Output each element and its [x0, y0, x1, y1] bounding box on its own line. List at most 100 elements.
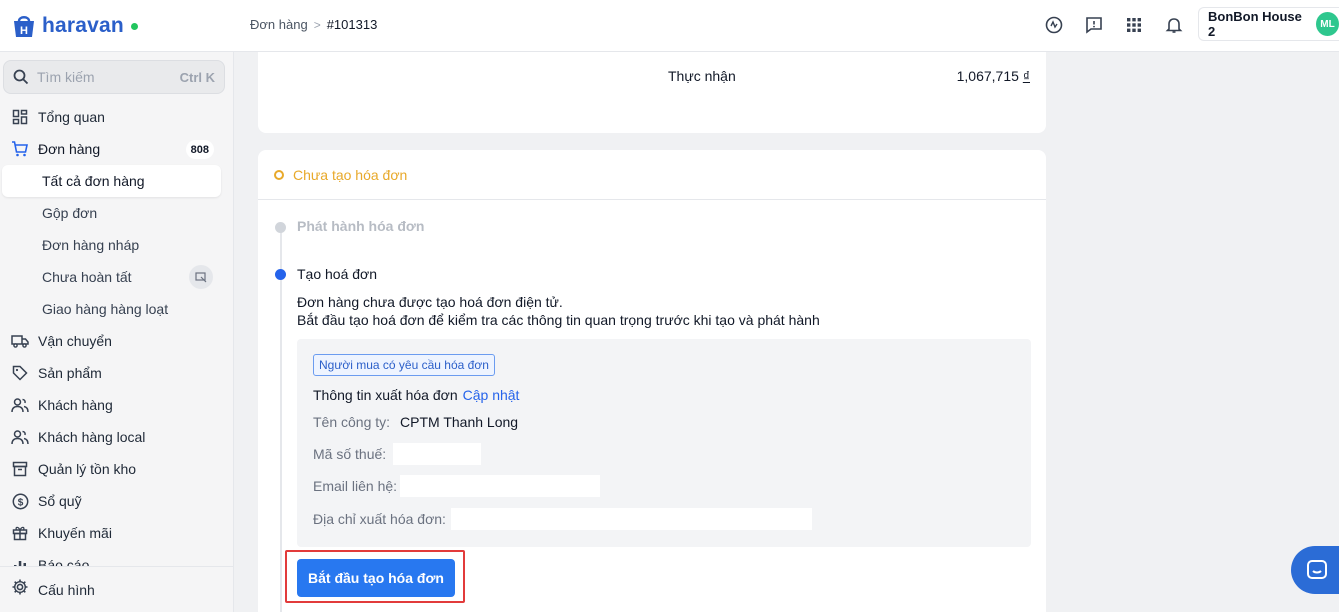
- sidebar-subitem-merge-orders[interactable]: Gộp đơn: [2, 197, 221, 229]
- sidebar-subitem-label: Gộp đơn: [42, 205, 98, 221]
- invoice-address-field: Địa chỉ xuất hóa đơn:: [313, 508, 812, 530]
- company-label: Tên công ty:: [313, 414, 391, 430]
- timeline-line: [280, 232, 282, 612]
- sidebar-item-shipping[interactable]: Vận chuyển: [0, 326, 233, 356]
- sidebar-item-local-customers[interactable]: Khách hàng local: [0, 422, 233, 452]
- update-link[interactable]: Cập nhật: [463, 387, 520, 403]
- cashbook-icon: $: [11, 492, 29, 510]
- invoice-description-line1: Đơn hàng chưa được tạo hoá đơn điện tử.: [297, 294, 563, 310]
- currency-symbol: ₫: [1022, 68, 1030, 84]
- invoice-status-header: Chưa tạo hóa đơn: [258, 150, 1046, 200]
- sidebar-item-products[interactable]: Sản phẩm: [0, 358, 233, 388]
- invoice-address-label: Địa chỉ xuất hóa đơn:: [313, 511, 446, 527]
- search-input[interactable]: Tìm kiếm Ctrl K: [3, 60, 225, 94]
- buyer-request-tag: Người mua có yêu cầu hóa đơn: [313, 354, 495, 376]
- breadcrumb-current-order: #101313: [326, 17, 378, 32]
- bell-icon[interactable]: [1163, 14, 1185, 36]
- invoice-card: Chưa tạo hóa đơn Phát hành hóa đơn Tạo h…: [258, 150, 1046, 612]
- tag-icon: [11, 364, 29, 382]
- users-local-icon: [11, 428, 29, 446]
- sidebar-item-promotions[interactable]: Khuyến mãi: [0, 518, 233, 548]
- truck-icon: [11, 332, 29, 350]
- net-received-value: 1,067,715 ₫: [957, 68, 1030, 84]
- invoice-info-panel: Người mua có yêu cầu hóa đơn Thông tin x…: [297, 339, 1031, 547]
- start-create-invoice-button[interactable]: Bắt đầu tạo hóa đơn: [297, 559, 455, 597]
- invoice-address-value-box: [450, 508, 812, 530]
- breadcrumb-orders-link[interactable]: Đơn hàng: [250, 17, 308, 32]
- sidebar-item-inventory[interactable]: Quản lý tồn kho: [0, 454, 233, 484]
- logo-text: haravan: [42, 14, 124, 37]
- sidebar-item-label: Sổ quỹ: [38, 493, 82, 509]
- contact-email-field: Email liên hệ:: [313, 475, 601, 497]
- sidebar-item-orders[interactable]: Đơn hàng 808: [0, 134, 233, 164]
- gift-icon: [11, 524, 29, 542]
- pending-status-icon: [274, 169, 284, 180]
- avatar: ML: [1316, 12, 1339, 36]
- sidebar-subitem-label: Tất cả đơn hàng: [42, 173, 145, 189]
- contact-email-label: Email liên hệ:: [313, 478, 398, 494]
- sidebar-item-label: Vận chuyển: [38, 333, 112, 349]
- inventory-icon: [11, 460, 29, 478]
- sidebar-subitem-incomplete[interactable]: Chưa hoàn tất: [2, 261, 221, 293]
- tax-code-value-box: [393, 443, 482, 465]
- sidebar-item-cashbook[interactable]: $ Sổ quỹ: [0, 486, 233, 516]
- sidebar-subitem-label: Chưa hoàn tất: [42, 269, 132, 285]
- orders-count-badge: 808: [185, 140, 214, 159]
- feedback-icon[interactable]: [1083, 14, 1105, 36]
- haravan-logo[interactable]: H haravan: [10, 10, 138, 42]
- invoice-info-title-text: Thông tin xuất hóa đơn: [313, 387, 458, 403]
- sidebar-subitem-draft-orders[interactable]: Đơn hàng nháp: [2, 229, 221, 261]
- breadcrumb: Đơn hàng > #101313: [250, 17, 377, 32]
- store-name: BonBon House 2: [1208, 9, 1302, 39]
- sidebar-item-label: Khách hàng: [38, 397, 113, 413]
- sidebar-item-overview[interactable]: Tổng quan: [0, 102, 233, 132]
- users-icon: [11, 396, 29, 414]
- store-switcher-button[interactable]: BonBon House 2 ML: [1198, 7, 1339, 41]
- step-current-dot: [275, 269, 286, 280]
- invoice-info-title: Thông tin xuất hóa đơn Cập nhật: [313, 387, 519, 403]
- top-actions: [1043, 14, 1203, 36]
- chat-icon: [1307, 560, 1327, 579]
- top-bar: H haravan Đơn hàng > #101313 BonBon Hous…: [0, 0, 1339, 52]
- search-shortcut: Ctrl K: [179, 69, 215, 85]
- net-received-amount: 1,067,715: [956, 68, 1019, 84]
- tax-code-field: Mã số thuế:: [313, 443, 482, 465]
- search-placeholder: Tìm kiếm: [37, 69, 95, 85]
- net-received-label: Thực nhận: [668, 68, 736, 84]
- breadcrumb-separator: >: [313, 17, 321, 32]
- company-field: Tên công ty: CPTM Thanh Long: [313, 414, 518, 430]
- svg-text:$: $: [17, 497, 23, 508]
- company-value: CPTM Thanh Long: [400, 414, 519, 430]
- sidebar-subitem-all-orders[interactable]: Tất cả đơn hàng: [2, 165, 221, 197]
- dashboard-icon: [11, 108, 29, 126]
- sidebar-item-label: Cấu hình: [38, 581, 95, 598]
- chat-support-button[interactable]: [1291, 546, 1339, 594]
- sidebar-item-label: Khuyến mãi: [38, 525, 112, 541]
- svg-text:H: H: [20, 25, 28, 37]
- external-link-icon[interactable]: [189, 265, 213, 289]
- sidebar-subitem-label: Đơn hàng nháp: [42, 237, 140, 253]
- contact-email-value-box: [400, 475, 601, 497]
- sidebar-item-label: Tổng quan: [38, 109, 105, 125]
- search-icon: [13, 69, 29, 85]
- sidebar-item-settings[interactable]: Cấu hình: [0, 566, 233, 612]
- invoice-status-text: Chưa tạo hóa đơn: [293, 166, 408, 183]
- sidebar-item-label: Sản phẩm: [38, 365, 102, 381]
- sidebar-item-label: Quản lý tồn kho: [38, 461, 137, 477]
- highlight-frame: Bắt đầu tạo hóa đơn: [285, 550, 465, 603]
- headset-icon[interactable]: [1043, 14, 1065, 36]
- invoice-description-line2: Bắt đầu tạo hoá đơn để kiểm tra các thôn…: [297, 312, 820, 328]
- step-issue-invoice-title: Phát hành hóa đơn: [297, 218, 425, 234]
- sidebar: Tìm kiếm Ctrl K Tổng quan Đơn hàng 808 T…: [0, 52, 234, 612]
- cart-icon: [11, 140, 29, 158]
- online-status-dot: [130, 22, 138, 30]
- sidebar-subitem-label: Giao hàng hàng loạt: [42, 301, 169, 317]
- payment-summary-card: Thực nhận 1,067,715 ₫: [258, 52, 1046, 133]
- apps-grid-icon[interactable]: [1123, 14, 1145, 36]
- tax-code-label: Mã số thuế:: [313, 446, 387, 462]
- sidebar-item-label: Đơn hàng: [38, 141, 101, 157]
- sidebar-item-label: Khách hàng local: [38, 429, 146, 445]
- logo-bag-icon: H: [14, 16, 34, 37]
- sidebar-item-customers[interactable]: Khách hàng: [0, 390, 233, 420]
- sidebar-subitem-bulk-shipping[interactable]: Giao hàng hàng loạt: [2, 293, 221, 325]
